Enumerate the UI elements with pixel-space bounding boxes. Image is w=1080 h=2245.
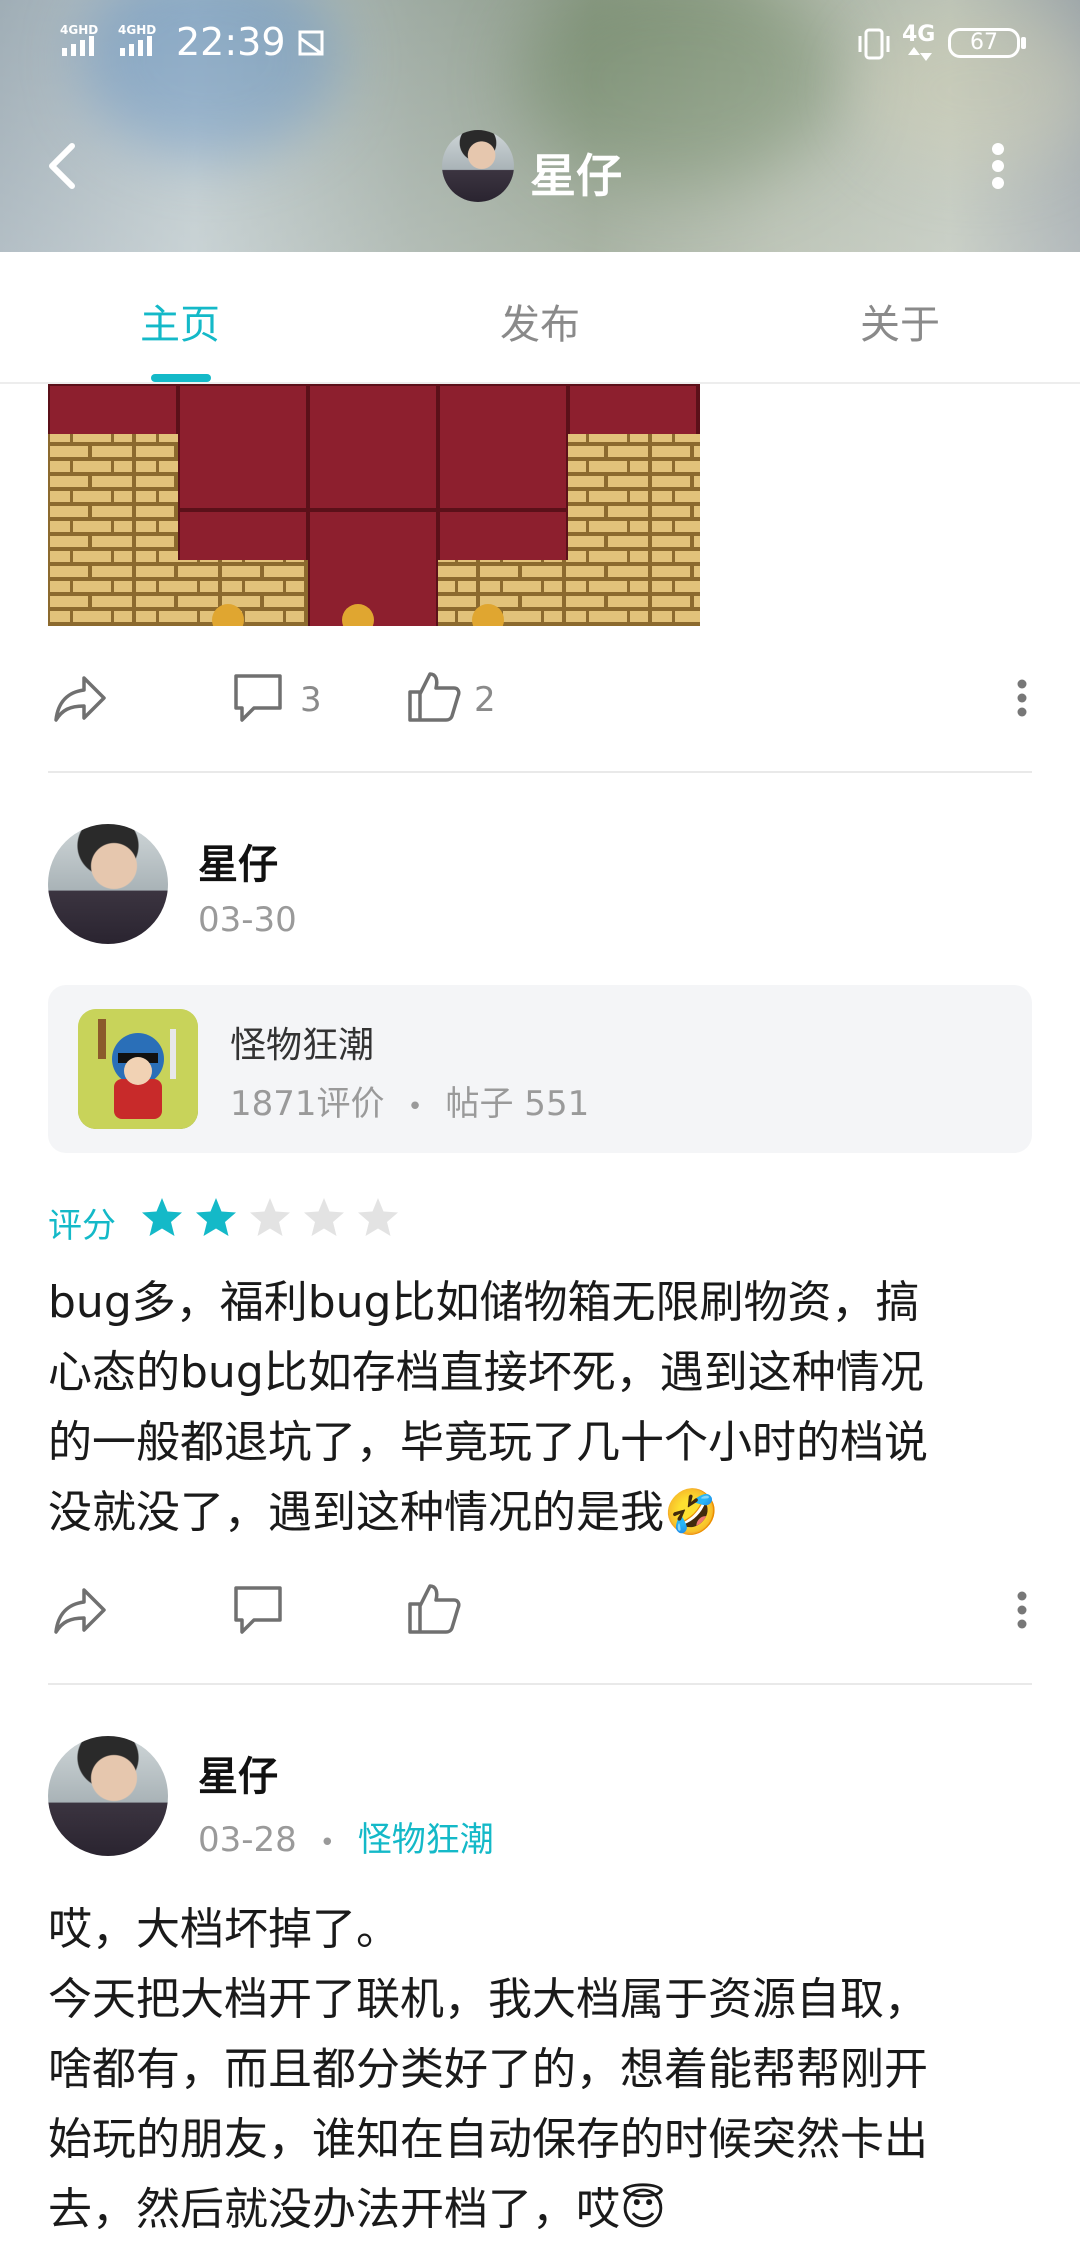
active-tab-indicator bbox=[151, 374, 211, 382]
post-date: 03-30 bbox=[198, 900, 297, 940]
author-name[interactable]: 星仔 bbox=[198, 1744, 278, 1802]
star-empty-icon bbox=[250, 1198, 290, 1236]
signal-icon-2: 4GHD bbox=[118, 22, 168, 62]
more-options-icon[interactable] bbox=[986, 136, 1010, 196]
comment-count: 3 bbox=[300, 680, 322, 720]
svg-text:4GHD: 4GHD bbox=[118, 23, 156, 37]
status-bar: 4GHD 4GHD 22:39 4G 67 bbox=[0, 0, 1080, 90]
post-line: 去，然后就没办法开档了，哎😇 bbox=[48, 2184, 666, 2235]
like-button[interactable] bbox=[406, 1580, 462, 1640]
post-line: 啥都有，而且都分类好了的，想着能帮帮刚开 bbox=[48, 2044, 928, 2095]
comment-button[interactable] bbox=[232, 672, 286, 728]
author-name[interactable]: 星仔 bbox=[198, 832, 278, 890]
vibrate-icon bbox=[854, 24, 894, 68]
game-stats: 1871评价 • 帖子 551 bbox=[230, 1076, 589, 1125]
svg-text:4GHD: 4GHD bbox=[60, 23, 98, 37]
game-post-count: 帖子 551 bbox=[445, 1084, 590, 1124]
profile-tabs: 主页 发布 关于 bbox=[0, 252, 1080, 384]
tab-publish[interactable]: 发布 bbox=[440, 292, 640, 350]
game-icon bbox=[78, 1009, 198, 1129]
star-filled-icon bbox=[142, 1198, 182, 1236]
post-line: 的一般都退坑了，毕竟玩了几十个小时的档说 bbox=[48, 1417, 928, 1468]
rating-label: 评分 bbox=[48, 1206, 116, 1246]
post-divider bbox=[48, 1683, 1032, 1685]
post-divider bbox=[48, 771, 1032, 773]
tab-about[interactable]: 关于 bbox=[800, 292, 1000, 350]
post-line: 始玩的朋友，谁知在自动保存的时候突然卡出 bbox=[48, 2114, 928, 2165]
star-empty-icon bbox=[358, 1198, 398, 1236]
post-body[interactable]: 哎，大档坏掉了。 今天把大档开了联机，我大档属于资源自取， 啥都有，而且都分类好… bbox=[48, 1895, 1038, 2245]
battery-icon: 67 bbox=[948, 28, 1020, 58]
rating-stars bbox=[140, 1196, 400, 1248]
game-name: 怪物狂潮 bbox=[230, 1025, 375, 1066]
stat-separator: • bbox=[407, 1092, 423, 1122]
star-empty-icon bbox=[304, 1198, 344, 1236]
comment-button[interactable] bbox=[232, 1584, 286, 1640]
author-avatar[interactable] bbox=[48, 824, 168, 944]
post-line: bug多，福利bug比如储物箱无限刷物资，搞 bbox=[48, 1277, 920, 1328]
back-button[interactable] bbox=[40, 136, 90, 196]
post-line: 心态的bug比如存档直接坏死，遇到这种情况 bbox=[48, 1347, 924, 1398]
post-more-icon[interactable] bbox=[1012, 678, 1032, 722]
status-time: 22:39 bbox=[176, 20, 286, 64]
header-avatar[interactable] bbox=[442, 130, 514, 202]
tab-home[interactable]: 主页 bbox=[80, 292, 280, 350]
meta-separator: • bbox=[319, 1828, 335, 1858]
share-button[interactable] bbox=[52, 670, 112, 730]
star-filled-icon bbox=[196, 1198, 236, 1236]
post-body[interactable]: bug多，福利bug比如储物箱无限刷物资，搞 心态的bug比如存档直接坏死，遇到… bbox=[48, 1268, 1038, 1548]
post-line: 哎，大档坏掉了。 bbox=[48, 1904, 400, 1955]
network-indicator: 4G bbox=[902, 22, 942, 61]
share-button[interactable] bbox=[52, 1582, 112, 1642]
post-line: 今天把大档开了联机，我大档属于资源自取， bbox=[48, 1974, 928, 2025]
like-button[interactable] bbox=[406, 668, 462, 728]
game-link[interactable]: 怪物狂潮 bbox=[358, 1820, 494, 1860]
like-count: 2 bbox=[474, 680, 496, 720]
author-avatar[interactable] bbox=[48, 1736, 168, 1856]
post-meta: 03-28 • 怪物狂潮 bbox=[198, 1812, 494, 1861]
header-title: 星仔 bbox=[530, 149, 622, 203]
game-review-count: 1871评价 bbox=[230, 1084, 385, 1124]
post-more-icon[interactable] bbox=[1012, 1590, 1032, 1634]
signal-icon-1: 4GHD bbox=[60, 22, 110, 62]
post-image[interactable] bbox=[48, 384, 700, 626]
post-line: 没就没了，遇到这种情况的是我🤣 bbox=[48, 1487, 719, 1538]
screenshot-icon bbox=[296, 28, 328, 64]
post-date: 03-28 bbox=[198, 1820, 297, 1860]
